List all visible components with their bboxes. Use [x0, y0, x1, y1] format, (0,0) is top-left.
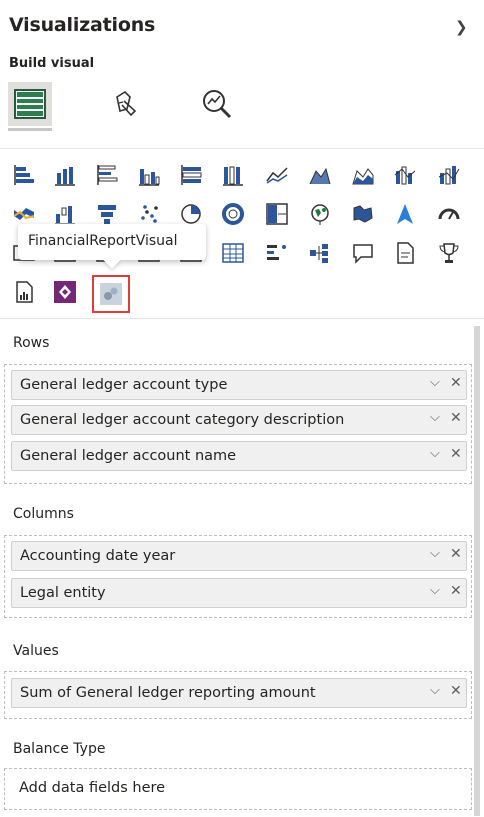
- clustered-column-chart-icon[interactable]: [134, 160, 164, 190]
- analytics-tab[interactable]: [195, 82, 239, 126]
- field-pill[interactable]: Accounting date year ⌵ ✕: [11, 541, 467, 571]
- close-icon[interactable]: ✕: [450, 375, 462, 391]
- matrix-icon[interactable]: [218, 238, 248, 268]
- build-visual-tab[interactable]: [8, 82, 52, 126]
- active-tab-indicator: [8, 128, 52, 131]
- field-label: Sum of General ledger reporting amount: [20, 685, 316, 701]
- filled-map-icon[interactable]: [348, 199, 378, 229]
- treemap-icon[interactable]: [262, 199, 292, 229]
- format-visual-tab[interactable]: [104, 82, 148, 126]
- field-label: General ledger account type: [20, 377, 228, 393]
- power-apps-icon[interactable]: [50, 277, 80, 307]
- line-and-stacked-column-chart-icon[interactable]: [390, 160, 420, 190]
- field-label: General ledger account name: [20, 448, 237, 464]
- donut-chart-icon[interactable]: [218, 199, 248, 229]
- values-well[interactable]: Sum of General ledger reporting amount ⌵…: [4, 671, 472, 719]
- line-chart-icon[interactable]: [262, 160, 292, 190]
- map-icon[interactable]: [305, 199, 335, 229]
- area-chart-icon[interactable]: [305, 160, 335, 190]
- decomposition-tree-icon[interactable]: [262, 238, 292, 268]
- gauge-icon[interactable]: [434, 199, 464, 229]
- columns-label: Columns: [13, 506, 74, 522]
- qa-icon[interactable]: [348, 238, 378, 268]
- add-data-fields-placeholder: Add data fields here: [19, 780, 166, 796]
- field-pill[interactable]: Legal entity ⌵ ✕: [11, 578, 467, 608]
- tooltip-text: FinancialReportVisual: [28, 233, 178, 249]
- balance-type-well[interactable]: Add data fields here: [4, 768, 472, 810]
- 100-stacked-column-chart-icon[interactable]: [218, 160, 248, 190]
- trophy-goals-icon[interactable]: [434, 238, 464, 268]
- pane-tabs: [0, 80, 484, 136]
- close-icon[interactable]: ✕: [450, 683, 462, 699]
- stacked-area-chart-icon[interactable]: [348, 160, 378, 190]
- chevron-down-icon[interactable]: ⌵: [430, 410, 440, 425]
- paginated-report-icon[interactable]: [9, 277, 39, 307]
- field-pill[interactable]: Sum of General ledger reporting amount ⌵…: [11, 678, 467, 708]
- chevron-down-icon[interactable]: ⌵: [430, 683, 440, 698]
- stacked-column-chart-icon[interactable]: [50, 160, 80, 190]
- clustered-bar-chart-icon[interactable]: [92, 160, 122, 190]
- close-icon[interactable]: ✕: [450, 546, 462, 562]
- field-label: Legal entity: [20, 585, 106, 601]
- build-visual-label: Build visual: [9, 56, 95, 71]
- table-grid-icon: [14, 89, 46, 119]
- chevron-down-icon[interactable]: ⌵: [430, 583, 440, 598]
- chevron-down-icon[interactable]: ⌵: [430, 375, 440, 390]
- field-pill[interactable]: General ledger account name ⌵ ✕: [11, 441, 467, 471]
- magnifier-chart-icon: [203, 90, 232, 119]
- field-pill[interactable]: General ledger account type ⌵ ✕: [11, 370, 467, 400]
- fields-divider: [0, 318, 484, 319]
- balance-type-label: Balance Type: [13, 741, 106, 757]
- pane-scrollbar[interactable]: [474, 326, 480, 816]
- financial-report-visual-icon[interactable]: [92, 275, 130, 313]
- close-icon[interactable]: ✕: [450, 410, 462, 426]
- columns-well[interactable]: Accounting date year ⌵ ✕ Legal entity ⌵ …: [4, 535, 472, 618]
- key-influencers-icon[interactable]: [305, 238, 335, 268]
- close-icon[interactable]: ✕: [450, 583, 462, 599]
- values-label: Values: [13, 643, 59, 659]
- smart-narrative-icon[interactable]: [390, 238, 420, 268]
- line-and-clustered-column-chart-icon[interactable]: [434, 160, 464, 190]
- paintbrush-page-icon: [116, 90, 137, 117]
- close-icon[interactable]: ✕: [450, 446, 462, 462]
- 100-stacked-bar-chart-icon[interactable]: [176, 160, 206, 190]
- stacked-bar-chart-icon[interactable]: [9, 160, 39, 190]
- field-pill[interactable]: General ledger account category descript…: [11, 405, 467, 435]
- field-label: General ledger account category descript…: [20, 412, 345, 428]
- rows-label: Rows: [13, 335, 50, 351]
- visual-tooltip: FinancialReportVisual: [18, 224, 206, 260]
- azure-map-icon[interactable]: [390, 199, 420, 229]
- collapse-pane-icon[interactable]: ❯: [455, 18, 468, 36]
- chevron-down-icon[interactable]: ⌵: [430, 546, 440, 561]
- visualizations-header: Visualizations ❯: [0, 0, 484, 52]
- pane-title: Visualizations: [9, 14, 156, 36]
- field-label: Accounting date year: [20, 548, 176, 564]
- tabs-divider: [0, 148, 484, 149]
- rows-well[interactable]: General ledger account type ⌵ ✕ General …: [4, 364, 472, 484]
- chevron-down-icon[interactable]: ⌵: [430, 446, 440, 461]
